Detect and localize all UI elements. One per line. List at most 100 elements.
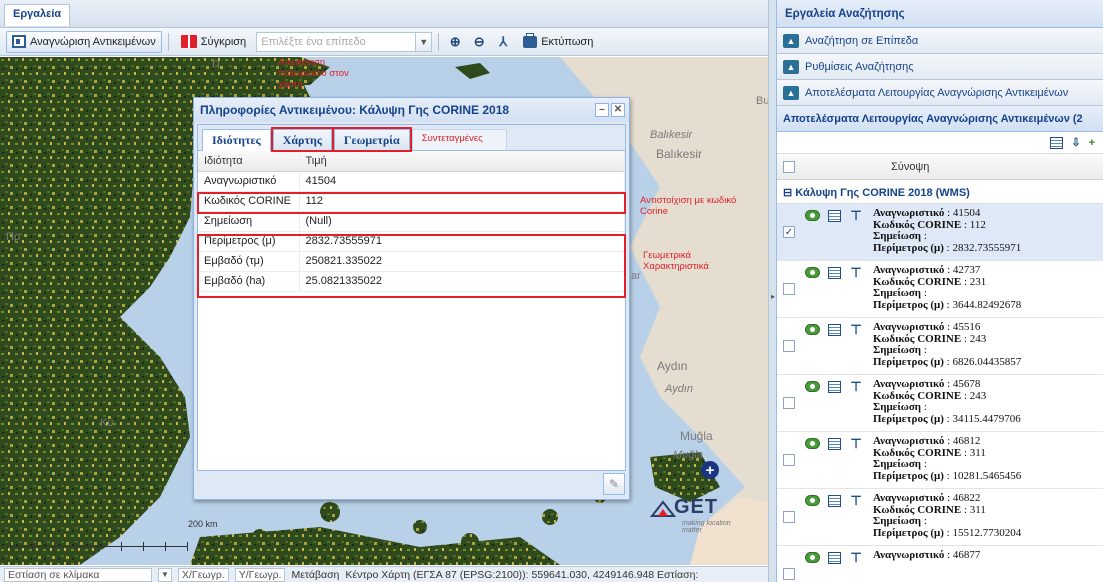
accordion-label: Αναζήτηση σε Επίπεδα	[805, 34, 919, 47]
chevron-down-icon[interactable]: ▼	[158, 567, 172, 582]
accordion-identify-results[interactable]: ▲ Αποτελέσματα Λειτουργίας Αναγνώρισης Α…	[777, 80, 1103, 106]
attributes-icon[interactable]	[827, 210, 841, 222]
list-item[interactable]: ⊤ Αναγνωριστικό : 42737 Κωδικός CORINE :…	[777, 261, 1103, 318]
map-center-readout: Κέντρο Χάρτη (ΕΓΣΑ 87 (EPSG:2100)): 5596…	[345, 568, 699, 581]
eraser-icon[interactable]: ✎	[603, 473, 625, 495]
table-view-icon[interactable]	[1050, 136, 1064, 149]
print-button[interactable]: Εκτύπωση	[517, 31, 599, 53]
toolbar-separator	[438, 32, 440, 51]
x-coord-input[interactable]: Χ/Γεωγρ.	[178, 567, 229, 582]
attributes-icon[interactable]	[827, 267, 841, 279]
list-item[interactable]: ⊤ Αναγνωριστικό : 46822 Κωδικός CORINE :…	[777, 489, 1103, 546]
map-label-mugla-italic: Muğla	[673, 449, 703, 461]
list-item[interactable]: ⊤ Αναγνωριστικό : 46877	[777, 546, 1103, 582]
cell-val: (Null)	[299, 211, 625, 232]
attributes-icon[interactable]	[827, 495, 841, 507]
tab-map[interactable]: Χάρτης	[270, 127, 334, 152]
popup-titlebar[interactable]: Πληροφορίες Αντικειμένου: Κάλυψη Γης COR…	[194, 98, 629, 122]
row-checkbox[interactable]	[783, 454, 795, 466]
list-item[interactable]: ✓ ⊤ Αναγνωριστικό : 41504 Κωδικός CORINE…	[777, 204, 1103, 261]
tools-tab[interactable]: Εργαλεία	[4, 4, 71, 26]
print-label: Εκτύπωση	[541, 35, 594, 48]
row-checkbox[interactable]	[783, 340, 795, 352]
y-coord-input[interactable]: Υ/Γεωγρ.	[234, 567, 286, 582]
add-icon[interactable]: +	[1089, 137, 1095, 149]
col-summary[interactable]: Σύνοψη	[867, 161, 929, 173]
row-checkbox[interactable]	[783, 397, 795, 409]
measure-icon[interactable]: ⅄	[493, 32, 513, 52]
row-checkbox[interactable]	[783, 283, 795, 295]
map-label-mugla: Muğla	[680, 429, 713, 443]
identify-button[interactable]: Αναγνώριση Αντικειμένων	[6, 30, 162, 53]
table-row[interactable]: Αναγνωριστικό 41504	[198, 171, 625, 192]
result-summary: Αναγνωριστικό : 41504 Κωδικός CORINE : 1…	[873, 207, 1022, 254]
attributes-icon[interactable]	[827, 552, 841, 564]
goto-button[interactable]: Μετάβαση	[291, 569, 339, 581]
download-icon[interactable]: ⊤	[850, 494, 861, 507]
accordion-search-settings[interactable]: ▲ Ρυθμίσεις Αναζήτησης	[777, 54, 1103, 80]
list-item[interactable]: ⊤ Αναγνωριστικό : 45516 Κωδικός CORINE :…	[777, 318, 1103, 375]
map-canvas[interactable]: Π Πρ Κυ Balıkesir Balıkesir Bu ar Aydın …	[0, 57, 768, 565]
result-summary: Αναγνωριστικό : 46822 Κωδικός CORINE : 3…	[873, 492, 1022, 539]
result-summary: Αναγνωριστικό : 46812 Κωδικός CORINE : 3…	[873, 435, 1022, 482]
tab-properties[interactable]: Ιδιότητες	[202, 129, 271, 151]
map-label-ar: ar	[631, 270, 641, 282]
search-tools-panel: Εργαλεία Αναζήτησης ▲ Αναζήτηση σε Επίπε…	[776, 0, 1103, 582]
download-icon[interactable]: ⊤	[850, 380, 861, 393]
row-checkbox[interactable]: ✓	[783, 226, 795, 238]
compare-button[interactable]: Σύγκριση	[175, 31, 252, 53]
map-label-balikesir: Balıkesir	[656, 147, 703, 161]
view-icon[interactable]	[804, 381, 820, 392]
compare-icon	[180, 35, 197, 48]
list-item[interactable]: ⊤ Αναγνωριστικό : 46812 Κωδικός CORINE :…	[777, 432, 1103, 489]
panel-splitter[interactable]: ▸	[768, 0, 776, 582]
attributes-icon[interactable]	[827, 324, 841, 336]
zoom-plus-button[interactable]: +	[701, 461, 719, 479]
col-header-property[interactable]: Ιδιότητα	[198, 151, 300, 172]
col-header-value[interactable]: Τιμή	[299, 151, 625, 172]
download-icon[interactable]: ⊤	[850, 266, 861, 279]
list-item[interactable]: ⊤ Αναγνωριστικό : 45678 Κωδικός CORINE :…	[777, 375, 1103, 432]
layer-select[interactable]: Επιλέξτε ένα επίπεδο ▼	[256, 31, 433, 52]
results-toolbar: ⇩ +	[777, 132, 1103, 154]
accordion-layer-search[interactable]: ▲ Αναζήτηση σε Επίπεδα	[777, 28, 1103, 54]
chevron-right-icon[interactable]: ▸	[771, 292, 775, 301]
view-icon[interactable]	[804, 438, 820, 449]
minimize-icon[interactable]: –	[595, 103, 609, 117]
select-all-checkbox[interactable]	[783, 160, 795, 173]
zoom-out-icon[interactable]: ⊖	[469, 32, 489, 52]
annotation-geometric: Γεωμετρικά Χαρακτηριστικά	[643, 250, 709, 272]
group-label: Κάλυψη Γης CORINE 2018 (WMS)	[795, 187, 970, 199]
cell-prop: Αναγνωριστικό	[198, 171, 300, 192]
tab-geometry[interactable]: Γεωμετρία	[331, 127, 412, 152]
table-row[interactable]: Σημείωση (Null)	[198, 211, 625, 232]
zoom-in-icon[interactable]: ⊕	[445, 32, 465, 52]
download-icon[interactable]: ⊤	[850, 437, 861, 450]
download-icon[interactable]: ⇩	[1071, 136, 1080, 149]
accordion-label: Αποτελέσματα Λειτουργίας Αναγνώρισης Αντ…	[805, 86, 1069, 99]
attributes-icon[interactable]	[827, 438, 841, 450]
download-icon[interactable]: ⊤	[850, 551, 861, 564]
logo-text: GET	[674, 496, 719, 518]
scale-focus-input[interactable]: Εστίαση σε κλίμακα	[4, 567, 152, 582]
popup-tabs: Ιδιότητες Χάρτης Γεωμετρία Συντεταγμένες	[198, 125, 625, 152]
view-icon[interactable]	[804, 552, 820, 563]
view-icon[interactable]	[804, 210, 820, 221]
view-icon[interactable]	[804, 495, 820, 506]
view-icon[interactable]	[804, 324, 820, 335]
attributes-icon[interactable]	[827, 381, 841, 393]
chevron-down-icon[interactable]: ▼	[415, 32, 432, 51]
download-icon[interactable]: ⊤	[850, 209, 861, 222]
map-label-aydin: Aydın	[657, 359, 688, 373]
download-icon[interactable]: ⊤	[850, 323, 861, 336]
row-checkbox[interactable]	[783, 511, 795, 523]
view-icon[interactable]	[804, 267, 820, 278]
map-toolbar: Αναγνώριση Αντικειμένων Σύγκριση Επιλέξτ…	[0, 28, 768, 56]
tab-coordinates[interactable]: Συντεταγμένες	[411, 129, 507, 150]
cell-val: 41504	[299, 171, 625, 192]
results-icon: ▲	[783, 85, 799, 100]
identify-label: Αναγνώριση Αντικειμένων	[30, 35, 156, 48]
row-checkbox[interactable]	[783, 568, 795, 580]
close-icon[interactable]: ✕	[611, 103, 625, 117]
results-group[interactable]: ⊟ Κάλυψη Γης CORINE 2018 (WMS)	[777, 180, 1103, 204]
